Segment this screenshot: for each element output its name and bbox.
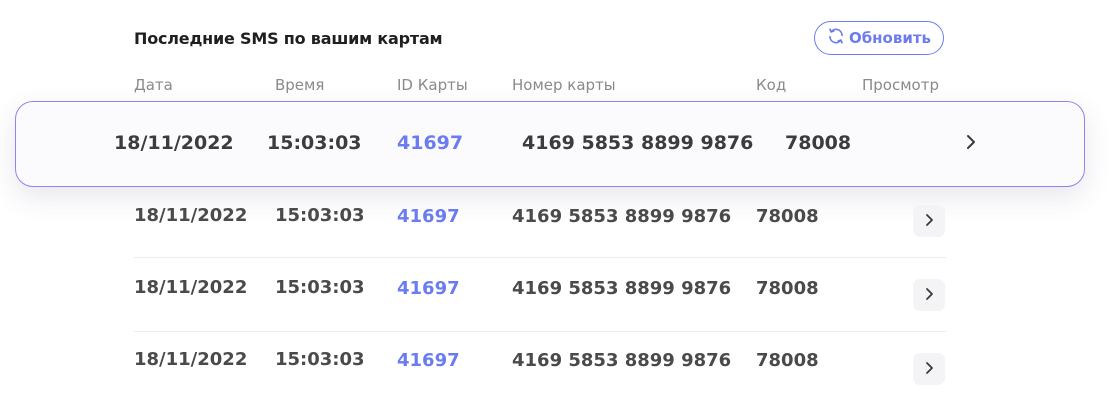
chevron-right-icon [924, 286, 934, 305]
view-button[interactable] [913, 279, 945, 311]
row-time: 15:03:03 [267, 132, 362, 154]
column-header-code: Код [756, 76, 787, 94]
row-card-id[interactable]: 41697 [397, 278, 460, 299]
row-divider [134, 331, 946, 332]
row-time: 15:03:03 [275, 277, 365, 298]
row-card-id[interactable]: 41697 [397, 132, 463, 154]
row-code: 78008 [756, 350, 819, 371]
chevron-right-icon [924, 360, 934, 379]
column-header-card-id: ID Карты [397, 76, 468, 94]
refresh-button[interactable]: Обновить [814, 21, 944, 55]
chevron-right-icon [924, 212, 934, 231]
view-button[interactable] [913, 353, 945, 385]
chevron-right-icon [965, 134, 977, 154]
row-time: 15:03:03 [275, 205, 365, 226]
row-card-id[interactable]: 41697 [397, 350, 460, 371]
view-button[interactable] [960, 133, 982, 155]
column-header-date: Дата [134, 76, 173, 94]
column-header-card-number: Номер карты [512, 76, 616, 94]
view-button[interactable] [913, 205, 945, 237]
row-date: 18/11/2022 [114, 132, 234, 154]
row-date: 18/11/2022 [134, 205, 248, 226]
row-code: 78008 [756, 206, 819, 227]
column-header-view: Просмотр [862, 76, 939, 94]
column-header-time: Время [275, 76, 325, 94]
row-card-id[interactable]: 41697 [397, 206, 460, 227]
row-card-number: 4169 5853 8899 9876 [512, 350, 732, 371]
section-title: Последние SMS по вашим картам [134, 29, 443, 48]
row-card-number: 4169 5853 8899 9876 [512, 278, 732, 299]
row-time: 15:03:03 [275, 349, 365, 370]
refresh-button-label: Обновить [848, 29, 932, 47]
row-date: 18/11/2022 [134, 277, 248, 298]
row-card-number: 4169 5853 8899 9876 [512, 206, 732, 227]
row-code: 78008 [785, 132, 852, 154]
row-card-number: 4169 5853 8899 9876 [522, 132, 754, 154]
refresh-icon [827, 27, 845, 49]
row-divider [134, 257, 946, 258]
row-date: 18/11/2022 [134, 349, 248, 370]
row-code: 78008 [756, 278, 819, 299]
